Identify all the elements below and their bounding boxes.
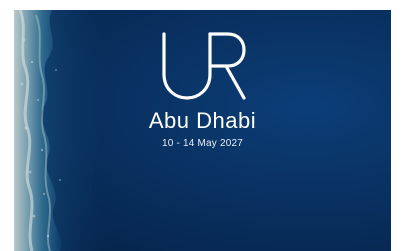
event-dates: 10 - 14 May 2027: [161, 138, 244, 149]
event-banner: Abu Dhabi 10 - 14 May 2027: [14, 10, 391, 251]
ur-logo-icon: [161, 32, 246, 100]
city-title: Abu Dhabi: [148, 108, 257, 133]
